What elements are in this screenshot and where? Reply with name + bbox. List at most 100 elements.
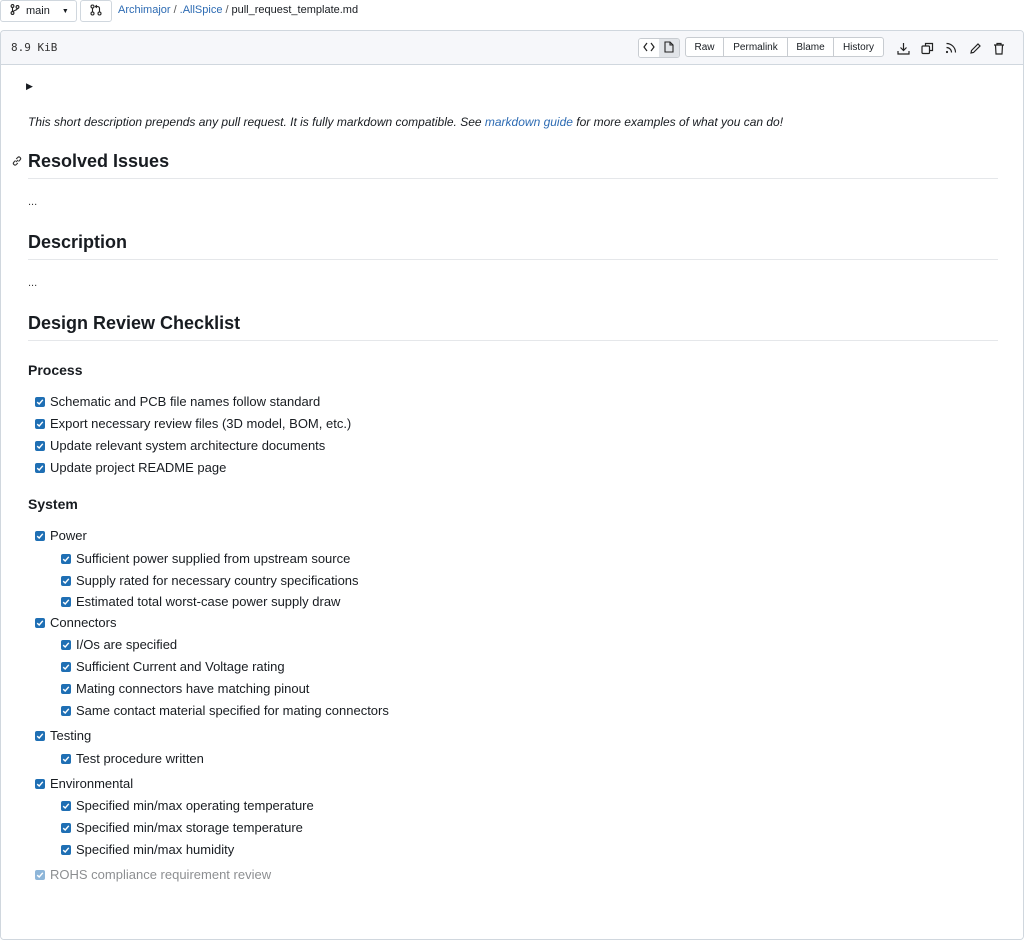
checklist-label: Sufficient power supplied from upstream …	[76, 551, 351, 566]
checkbox[interactable]	[35, 418, 45, 429]
chevron-down-icon: ▼	[61, 7, 69, 15]
checklist-subitem: Specified min/max storage temperature	[61, 820, 303, 835]
raw-button[interactable]: Raw	[685, 37, 724, 57]
breadcrumb: Archimajor / .AllSpice / pull_request_templa…	[118, 4, 358, 16]
checkbox[interactable]	[61, 661, 71, 672]
checklist-item: Schematic and PCB file names follow stan…	[35, 394, 320, 409]
checkbox[interactable]	[35, 462, 45, 473]
checklist-item: Environmental	[35, 776, 133, 791]
checklist-label: Test procedure written	[76, 751, 204, 766]
checklist-subitem: Sufficient power supplied from upstream …	[61, 551, 350, 566]
permalink-button[interactable]: Permalink	[723, 37, 788, 57]
checkbox[interactable]	[35, 440, 45, 451]
checklist-subitem: Supply rated for necessary country speci…	[61, 573, 359, 588]
breadcrumb-repo-link[interactable]: .AllSpice	[180, 4, 223, 16]
checklist-label: Export necessary review files (3D model,…	[50, 416, 352, 431]
blame-button[interactable]: Blame	[787, 37, 834, 57]
checklist-subitem: I/Os are specified	[61, 637, 177, 652]
checkbox[interactable]	[61, 822, 71, 833]
intro-text-end: for more examples of what you can do!	[572, 115, 784, 129]
heading-description: Description	[28, 232, 128, 252]
rss-icon[interactable]	[942, 39, 960, 57]
code-icon	[643, 42, 655, 55]
breadcrumb-owner-link[interactable]: Archimajor	[118, 4, 171, 16]
checkbox[interactable]	[35, 396, 45, 407]
checklist-label: Specified min/max humidity	[76, 842, 235, 857]
checkbox[interactable]	[35, 617, 45, 628]
checklist-label: Update project README page	[50, 460, 227, 475]
heading-resolved-issues: Resolved Issues	[28, 151, 170, 171]
top-bar: main ▼ Archimajor / .AllSpice / pull_request…	[0, 0, 1024, 28]
checklist-subitem: Mating connectors have matching pinout	[61, 681, 309, 696]
content-fade-overlay	[1, 879, 1023, 939]
file-icon	[664, 40, 674, 56]
checkbox[interactable]	[35, 530, 45, 541]
checkbox[interactable]	[35, 778, 45, 789]
checklist-label: Specified min/max storage temperature	[76, 820, 303, 835]
file-header: 8.9 KiB Raw Permalink Blame History	[1, 31, 1023, 65]
breadcrumb-separator: /	[225, 4, 229, 16]
download-icon[interactable]	[894, 39, 912, 57]
copy-icon[interactable]	[918, 39, 936, 57]
checklist-label: Power	[50, 528, 87, 543]
pull-request-button[interactable]	[80, 0, 112, 22]
source-view-button[interactable]	[639, 39, 659, 57]
checkbox[interactable]	[61, 705, 71, 716]
view-toggle	[638, 38, 680, 58]
checklist-label: Testing	[50, 728, 92, 743]
checklist-subitem: Specified min/max humidity	[61, 842, 234, 857]
checkbox[interactable]	[61, 639, 71, 650]
heading-process: Process	[28, 362, 83, 378]
checkbox[interactable]	[61, 753, 71, 764]
divider	[28, 340, 998, 341]
rendered-view-button[interactable]	[659, 39, 679, 57]
checklist-label: Estimated total worst-case power supply …	[76, 594, 341, 609]
branch-name: main	[26, 5, 50, 17]
checklist-subitem: Same contact material specified for mati…	[61, 703, 389, 718]
checkbox[interactable]	[61, 844, 71, 855]
description-text: ...	[28, 277, 38, 289]
checklist-label: Sufficient Current and Voltage rating	[76, 659, 285, 674]
checklist-subitem: Sufficient Current and Voltage rating	[61, 659, 285, 674]
details-toggle-icon[interactable]: ▶	[26, 81, 33, 92]
heading-system: System	[28, 496, 78, 512]
file-size: 8.9 KiB	[11, 41, 58, 54]
link-icon[interactable]	[11, 155, 23, 170]
checkbox[interactable]	[61, 596, 71, 607]
checkbox[interactable]	[35, 869, 45, 880]
checklist-label: Same contact material specified for mati…	[76, 703, 389, 718]
checkbox[interactable]	[35, 730, 45, 741]
branch-selector[interactable]: main ▼	[0, 0, 77, 22]
checklist-subitem: Estimated total worst-case power supply …	[61, 594, 340, 609]
checklist-item: Power	[35, 528, 87, 543]
file-tools	[894, 39, 1014, 57]
checklist-subitem: Specified min/max operating temperature	[61, 798, 314, 813]
checkbox[interactable]	[61, 683, 71, 694]
heading-design-review-checklist: Design Review Checklist	[28, 313, 241, 333]
markdown-guide-link[interactable]: markdown guide	[485, 115, 573, 129]
checklist-subitem: Test procedure written	[61, 751, 204, 766]
divider	[28, 259, 998, 260]
checkbox[interactable]	[61, 553, 71, 564]
breadcrumb-file: pull_request_template.md	[231, 4, 359, 16]
checklist-label: I/Os are specified	[76, 637, 178, 652]
pull-request-icon	[90, 3, 102, 19]
checkbox[interactable]	[61, 575, 71, 586]
checklist-item: Export necessary review files (3D model,…	[35, 416, 351, 431]
checklist-label: Supply rated for necessary country speci…	[76, 573, 359, 588]
checkbox[interactable]	[61, 800, 71, 811]
checklist-item: Update project README page	[35, 460, 226, 475]
checklist-label: Update relevant system architecture docu…	[50, 438, 326, 453]
edit-icon[interactable]	[966, 39, 984, 57]
checklist-item: Update relevant system architecture docu…	[35, 438, 325, 453]
checklist-label: Schematic and PCB file names follow stan…	[50, 394, 321, 409]
checklist-label: Specified min/max operating temperature	[76, 798, 314, 813]
history-button[interactable]: History	[833, 37, 884, 57]
checklist-item: Testing	[35, 728, 91, 743]
intro-paragraph: This short description prepends any pull…	[28, 115, 783, 129]
checklist-item: Connectors	[35, 615, 116, 630]
checklist-label: Connectors	[50, 615, 117, 630]
trash-icon[interactable]	[990, 39, 1008, 57]
file-actions: Raw Permalink Blame History	[685, 37, 884, 57]
branch-icon	[10, 4, 20, 18]
